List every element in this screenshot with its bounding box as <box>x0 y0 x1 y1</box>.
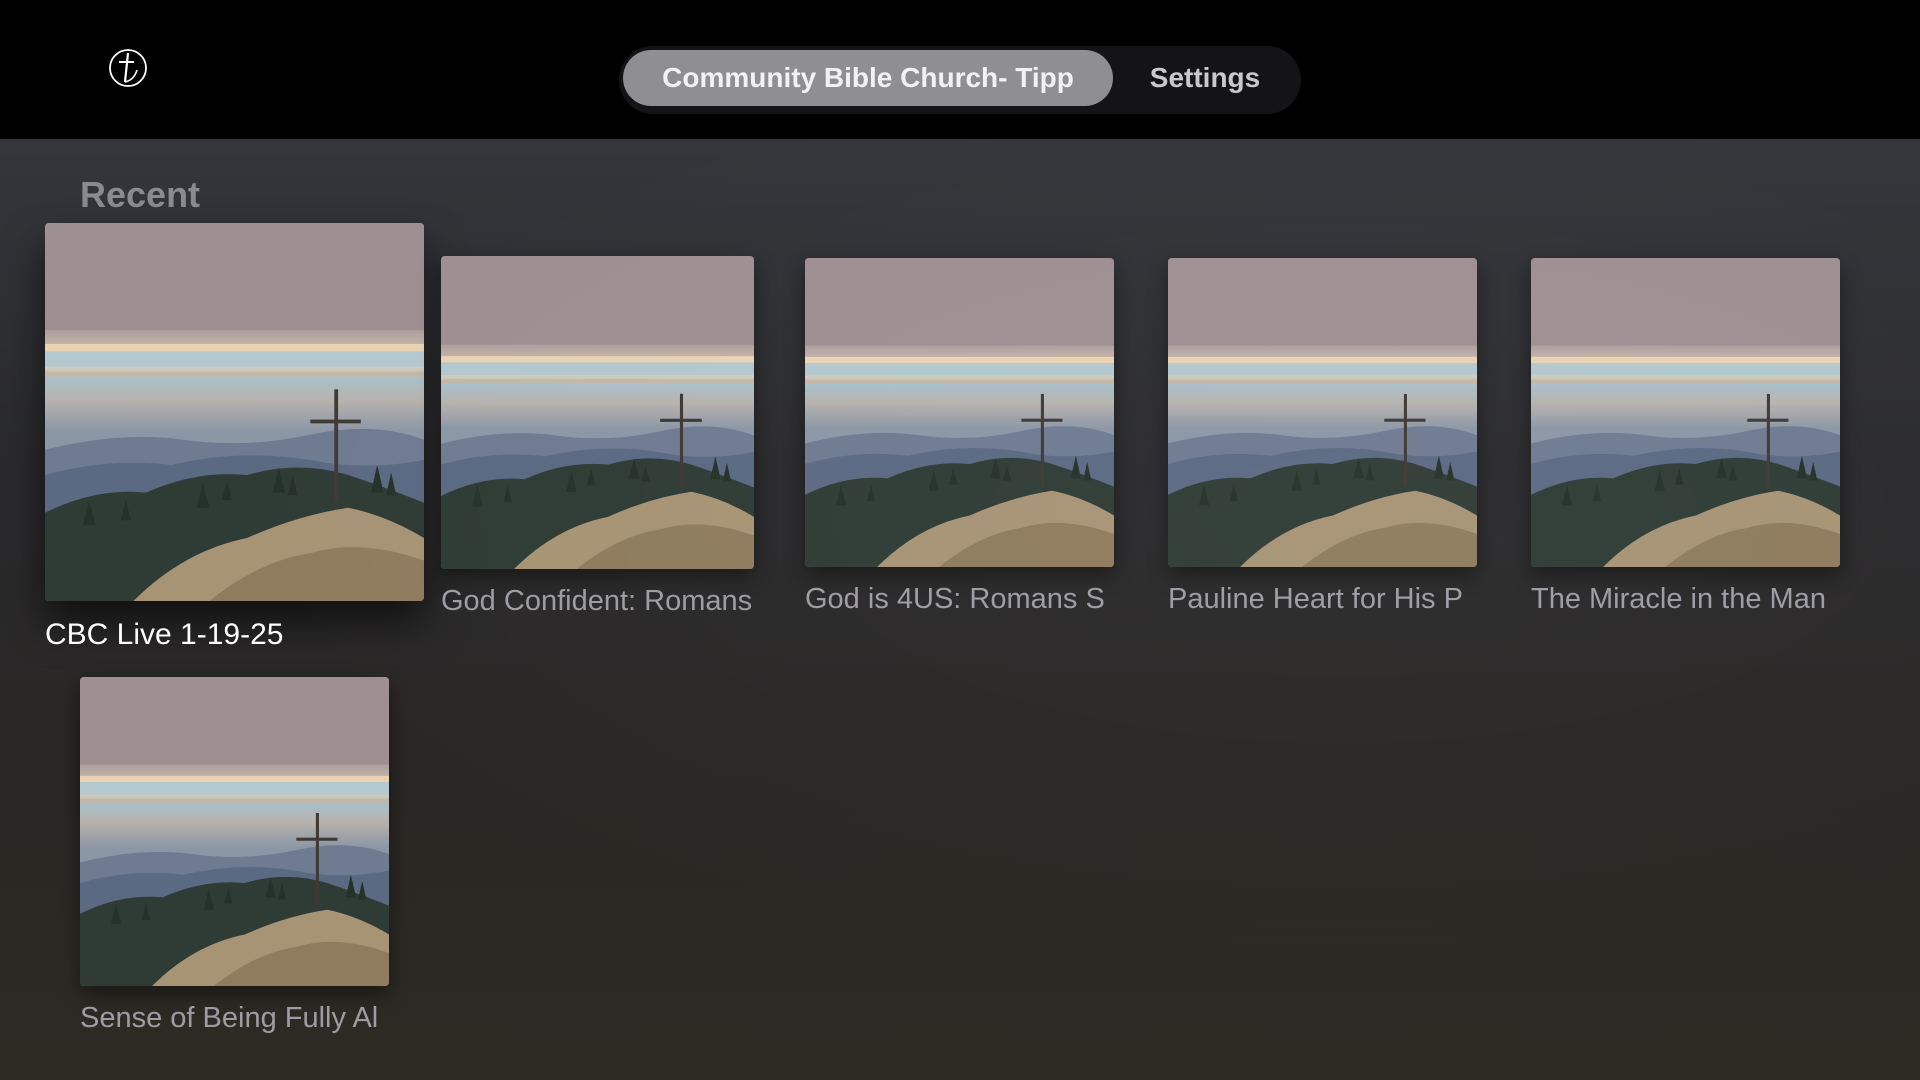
video-tile[interactable]: Pauline Heart for His P <box>1168 258 1477 638</box>
video-title: Pauline Heart for His P <box>1168 583 1463 615</box>
video-thumbnail <box>45 223 424 601</box>
video-title: CBC Live 1-19-25 <box>45 618 284 651</box>
video-tile[interactable]: CBC Live 1-19-25 <box>45 223 424 653</box>
tab-settings[interactable]: Settings <box>1113 50 1297 106</box>
video-title: The Miracle in the Man <box>1531 583 1826 615</box>
video-title: God Confident: Romans <box>441 585 753 617</box>
video-thumbnail <box>441 256 754 569</box>
church-logo-icon <box>108 48 148 88</box>
top-tab-bar: Community Bible Church- Tipp Settings <box>619 46 1301 114</box>
video-thumbnail <box>805 258 1114 567</box>
top-navigation-bar: Community Bible Church- Tipp Settings <box>0 0 1920 139</box>
video-tile[interactable]: Sense of Being Fully Al <box>80 677 389 1057</box>
video-thumbnail <box>1168 258 1477 567</box>
tab-community-bible-church[interactable]: Community Bible Church- Tipp <box>623 50 1113 106</box>
video-title: Sense of Being Fully Al <box>80 1002 379 1034</box>
video-tile[interactable]: God is 4US: Romans S <box>805 258 1114 638</box>
video-thumbnail <box>80 677 389 986</box>
video-tile[interactable]: God Confident: Romans <box>441 256 754 636</box>
video-thumbnail <box>1531 258 1840 567</box>
video-tile[interactable]: The Miracle in the Man <box>1531 258 1840 638</box>
video-title: God is 4US: Romans S <box>805 583 1105 615</box>
content-area: Recent CBC Live 1-19-25 God Confident: R… <box>0 139 1920 1080</box>
section-title-recent: Recent <box>80 174 201 215</box>
